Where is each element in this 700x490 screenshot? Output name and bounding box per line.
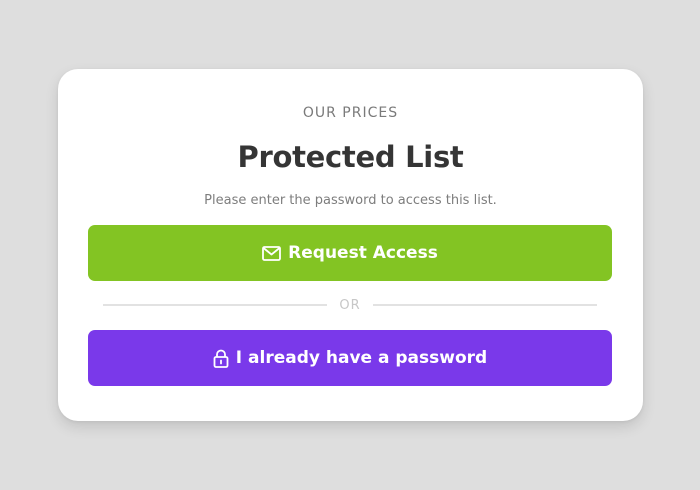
page-title: Protected List (237, 140, 464, 174)
divider-or-text: OR (339, 297, 361, 313)
already-have-password-label: I already have a password (235, 348, 488, 368)
eyebrow-label: OUR PRICES (302, 105, 399, 121)
already-have-password-button[interactable]: I already have a password (88, 330, 612, 386)
request-access-label: Request Access (288, 243, 438, 263)
or-divider: OR (103, 294, 598, 316)
envelope-icon (262, 245, 282, 261)
request-access-button[interactable]: Request Access (88, 225, 612, 281)
protected-list-card: OUR PRICES Protected List Please enter t… (58, 69, 643, 421)
lock-icon (213, 349, 229, 368)
subtitle-text: Please enter the password to access this… (204, 193, 497, 208)
divider-line-right (372, 304, 598, 306)
divider-line-left (103, 304, 328, 306)
